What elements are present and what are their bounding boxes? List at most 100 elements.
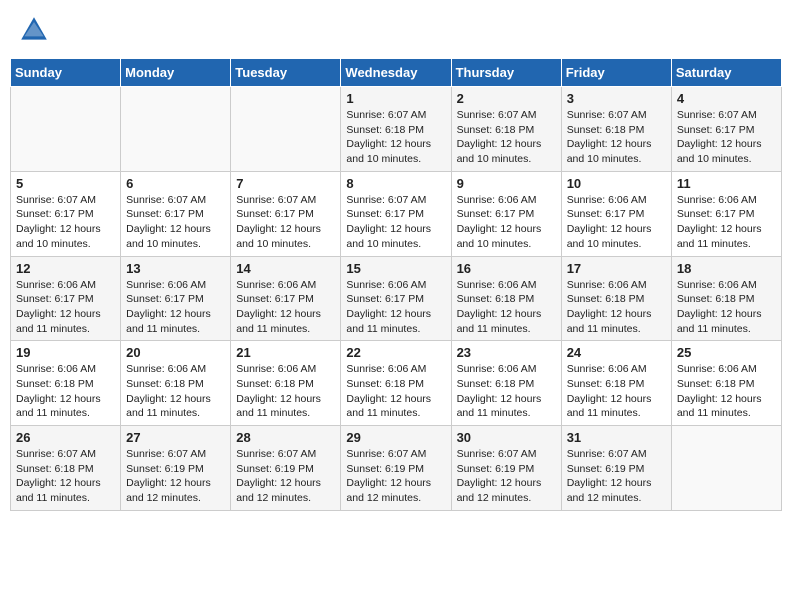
day-info: Sunrise: 6:06 AM Sunset: 6:17 PM Dayligh… [236,278,335,337]
day-info: Sunrise: 6:06 AM Sunset: 6:18 PM Dayligh… [126,362,225,421]
day-info: Sunrise: 6:07 AM Sunset: 6:19 PM Dayligh… [236,447,335,506]
week-row-2: 5 Sunrise: 6:07 AM Sunset: 6:17 PM Daylig… [11,171,782,256]
day-number: 5 [16,176,115,191]
day-info: Sunrise: 6:06 AM Sunset: 6:17 PM Dayligh… [16,278,115,337]
day-number: 28 [236,430,335,445]
day-cell: 17 Sunrise: 6:06 AM Sunset: 6:18 PM Dayli… [561,256,671,341]
day-cell: 3 Sunrise: 6:07 AM Sunset: 6:18 PM Daylig… [561,87,671,172]
day-number: 24 [567,345,666,360]
day-info: Sunrise: 6:06 AM Sunset: 6:18 PM Dayligh… [16,362,115,421]
day-info: Sunrise: 6:07 AM Sunset: 6:18 PM Dayligh… [567,108,666,167]
day-cell: 6 Sunrise: 6:07 AM Sunset: 6:17 PM Daylig… [121,171,231,256]
day-info: Sunrise: 6:07 AM Sunset: 6:19 PM Dayligh… [346,447,445,506]
day-cell: 2 Sunrise: 6:07 AM Sunset: 6:18 PM Daylig… [451,87,561,172]
weekday-header-thursday: Thursday [451,59,561,87]
day-cell: 4Sunrise: 6:07 AM Sunset: 6:17 PM Daylig… [671,87,781,172]
day-info: Sunrise: 6:07 AM Sunset: 6:17 PM Dayligh… [346,193,445,252]
day-cell: 1 Sunrise: 6:07 AM Sunset: 6:18 PM Daylig… [341,87,451,172]
day-number: 26 [16,430,115,445]
day-number: 20 [126,345,225,360]
day-cell: 20 Sunrise: 6:06 AM Sunset: 6:18 PM Dayli… [121,341,231,426]
day-cell: 28 Sunrise: 6:07 AM Sunset: 6:19 PM Dayli… [231,426,341,511]
day-info: Sunrise: 6:07 AM Sunset: 6:18 PM Dayligh… [346,108,445,167]
day-info: Sunrise: 6:06 AM Sunset: 6:18 PM Dayligh… [567,278,666,337]
day-number: 29 [346,430,445,445]
day-info: Sunrise: 6:07 AM Sunset: 6:17 PM Dayligh… [126,193,225,252]
day-info: Sunrise: 6:07 AM Sunset: 6:17 PM Dayligh… [677,108,776,167]
day-number: 22 [346,345,445,360]
day-cell: 13Sunrise: 6:06 AM Sunset: 6:17 PM Dayli… [121,256,231,341]
day-cell: 18 Sunrise: 6:06 AM Sunset: 6:18 PM Dayli… [671,256,781,341]
day-cell: 5Sunrise: 6:07 AM Sunset: 6:17 PM Daylig… [11,171,121,256]
day-number: 25 [677,345,776,360]
weekday-header-monday: Monday [121,59,231,87]
day-info: Sunrise: 6:06 AM Sunset: 6:18 PM Dayligh… [346,362,445,421]
day-cell: 7 Sunrise: 6:07 AM Sunset: 6:17 PM Daylig… [231,171,341,256]
day-number: 6 [126,176,225,191]
day-cell: 31Sunrise: 6:07 AM Sunset: 6:19 PM Dayli… [561,426,671,511]
day-info: Sunrise: 6:06 AM Sunset: 6:17 PM Dayligh… [346,278,445,337]
day-number: 11 [677,176,776,191]
day-number: 8 [346,176,445,191]
day-info: Sunrise: 6:07 AM Sunset: 6:17 PM Dayligh… [236,193,335,252]
day-cell: 9Sunrise: 6:06 AM Sunset: 6:17 PM Daylig… [451,171,561,256]
day-cell: 22 Sunrise: 6:06 AM Sunset: 6:18 PM Dayli… [341,341,451,426]
day-cell: 10Sunrise: 6:06 AM Sunset: 6:17 PM Dayli… [561,171,671,256]
day-cell: 25 Sunrise: 6:06 AM Sunset: 6:18 PM Dayli… [671,341,781,426]
day-number: 3 [567,91,666,106]
day-number: 1 [346,91,445,106]
day-cell [231,87,341,172]
day-info: Sunrise: 6:06 AM Sunset: 6:18 PM Dayligh… [677,362,776,421]
weekday-header-friday: Friday [561,59,671,87]
day-cell: 11Sunrise: 6:06 AM Sunset: 6:17 PM Dayli… [671,171,781,256]
day-number: 18 [677,261,776,276]
day-cell: 27 Sunrise: 6:07 AM Sunset: 6:19 PM Dayli… [121,426,231,511]
day-number: 30 [457,430,556,445]
day-number: 19 [16,345,115,360]
day-cell: 24 Sunrise: 6:06 AM Sunset: 6:18 PM Dayli… [561,341,671,426]
day-number: 2 [457,91,556,106]
week-row-5: 26 Sunrise: 6:07 AM Sunset: 6:18 PM Dayli… [11,426,782,511]
day-number: 9 [457,176,556,191]
week-row-1: 1 Sunrise: 6:07 AM Sunset: 6:18 PM Daylig… [11,87,782,172]
weekday-header-wednesday: Wednesday [341,59,451,87]
day-number: 14 [236,261,335,276]
day-info: Sunrise: 6:07 AM Sunset: 6:19 PM Dayligh… [457,447,556,506]
day-number: 21 [236,345,335,360]
day-info: Sunrise: 6:06 AM Sunset: 6:17 PM Dayligh… [567,193,666,252]
day-info: Sunrise: 6:06 AM Sunset: 6:17 PM Dayligh… [126,278,225,337]
day-cell: 14 Sunrise: 6:06 AM Sunset: 6:17 PM Dayli… [231,256,341,341]
day-cell: 8 Sunrise: 6:07 AM Sunset: 6:17 PM Daylig… [341,171,451,256]
day-info: Sunrise: 6:06 AM Sunset: 6:18 PM Dayligh… [457,362,556,421]
day-info: Sunrise: 6:06 AM Sunset: 6:18 PM Dayligh… [236,362,335,421]
day-cell [11,87,121,172]
day-cell: 29 Sunrise: 6:07 AM Sunset: 6:19 PM Dayli… [341,426,451,511]
day-number: 23 [457,345,556,360]
day-number: 31 [567,430,666,445]
day-number: 16 [457,261,556,276]
logo [18,14,54,46]
day-cell: 26 Sunrise: 6:07 AM Sunset: 6:18 PM Dayli… [11,426,121,511]
week-row-3: 12 Sunrise: 6:06 AM Sunset: 6:17 PM Dayli… [11,256,782,341]
day-number: 12 [16,261,115,276]
weekday-header-saturday: Saturday [671,59,781,87]
weekday-header-tuesday: Tuesday [231,59,341,87]
day-info: Sunrise: 6:06 AM Sunset: 6:18 PM Dayligh… [677,278,776,337]
day-number: 17 [567,261,666,276]
day-info: Sunrise: 6:07 AM Sunset: 6:18 PM Dayligh… [16,447,115,506]
day-info: Sunrise: 6:07 AM Sunset: 6:18 PM Dayligh… [457,108,556,167]
weekday-header-sunday: Sunday [11,59,121,87]
day-info: Sunrise: 6:06 AM Sunset: 6:18 PM Dayligh… [567,362,666,421]
day-cell: 19 Sunrise: 6:06 AM Sunset: 6:18 PM Dayli… [11,341,121,426]
calendar-table: SundayMondayTuesdayWednesdayThursdayFrid… [10,58,782,511]
weekday-header-row: SundayMondayTuesdayWednesdayThursdayFrid… [11,59,782,87]
day-info: Sunrise: 6:07 AM Sunset: 6:19 PM Dayligh… [126,447,225,506]
day-number: 7 [236,176,335,191]
day-number: 15 [346,261,445,276]
day-cell: 15 Sunrise: 6:06 AM Sunset: 6:17 PM Dayli… [341,256,451,341]
day-cell [671,426,781,511]
day-cell: 30 Sunrise: 6:07 AM Sunset: 6:19 PM Dayli… [451,426,561,511]
day-cell [121,87,231,172]
day-cell: 16Sunrise: 6:06 AM Sunset: 6:18 PM Dayli… [451,256,561,341]
day-number: 27 [126,430,225,445]
